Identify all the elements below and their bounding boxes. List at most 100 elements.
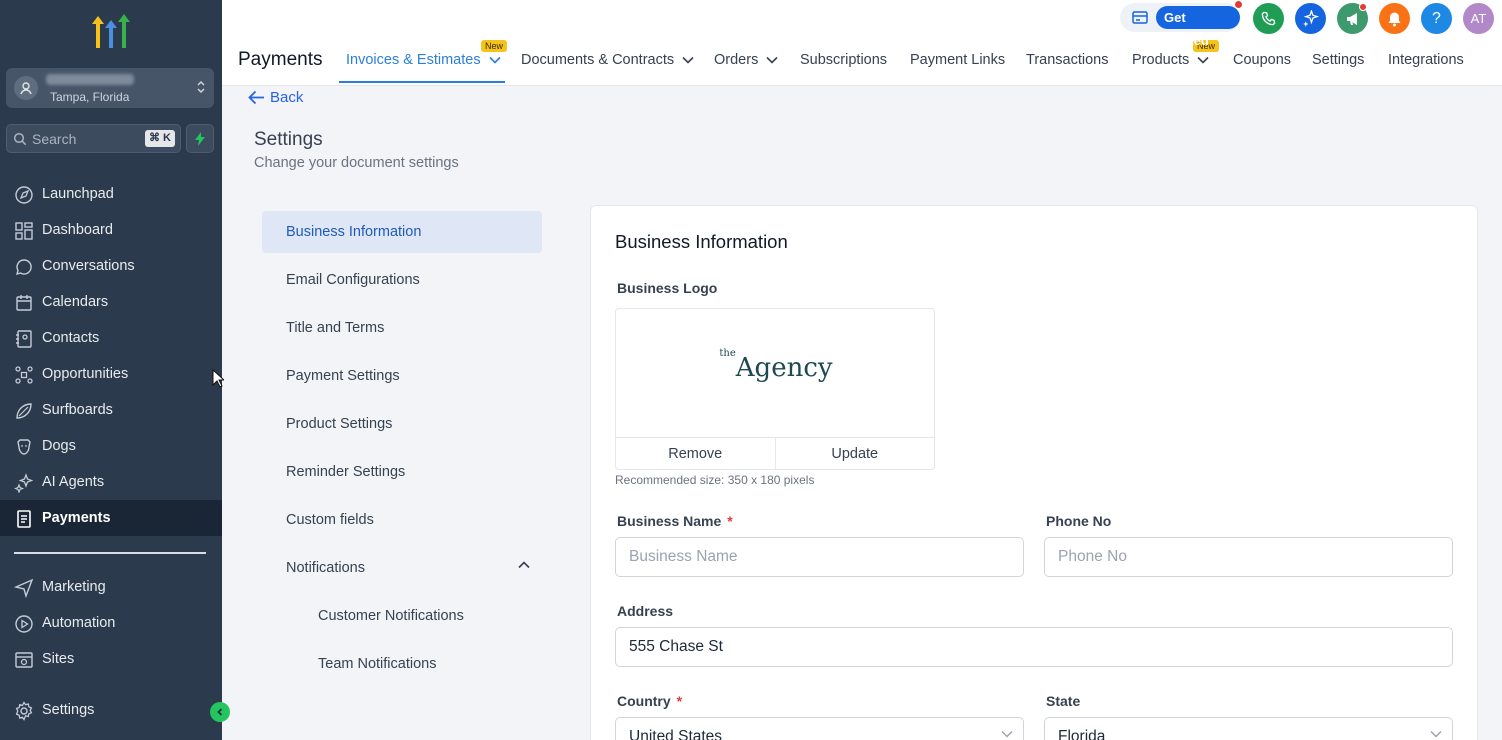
tab-products[interactable]: Products	[1132, 52, 1209, 68]
settings-nav-label: Team Notifications	[318, 656, 437, 672]
address-input[interactable]: 555 Chase St	[615, 627, 1453, 667]
sidebar-item-label: Dogs	[42, 438, 76, 454]
tab-label: Settings	[1312, 52, 1365, 68]
business-name-input[interactable]: Business Name	[615, 537, 1024, 577]
tab-documents-contracts[interactable]: Documents & Contracts	[521, 52, 694, 68]
sidebar-item-sites[interactable]: Sites	[0, 641, 222, 677]
settings-nav-payment-settings[interactable]: Payment Settings	[262, 355, 542, 397]
tab-label: Transactions	[1026, 52, 1109, 68]
phone-icon	[1261, 11, 1276, 26]
settings-subtitle: Change your document settings	[254, 155, 459, 171]
settings-nav-label: Email Configurations	[286, 272, 420, 288]
sidebar-item-label: Opportunities	[42, 366, 129, 382]
sidebar-item-label: Conversations	[42, 258, 135, 274]
app-logo[interactable]	[90, 12, 132, 50]
remove-logo-button[interactable]: Remove	[616, 438, 775, 470]
tab-payment-links[interactable]: Payment Links	[910, 52, 1005, 68]
tab-orders[interactable]: Orders	[714, 52, 778, 68]
notifications-button[interactable]	[1379, 3, 1410, 34]
sidebar-item-opportunities[interactable]: Opportunities	[0, 356, 222, 392]
sidebar-item-launchpad[interactable]: Launchpad	[0, 176, 222, 212]
tab-invoices-estimates[interactable]: Invoices & Estimates	[346, 52, 501, 68]
state-value: Florida	[1058, 728, 1106, 740]
settings-nav-title-terms[interactable]: Title and Terms	[262, 307, 542, 349]
business-name-label-text: Business Name	[617, 513, 722, 529]
sidebar-item-calendars[interactable]: Calendars	[0, 284, 222, 320]
search-icon	[13, 132, 27, 151]
launchpad-icon	[15, 186, 33, 204]
address-label: Address	[617, 603, 674, 619]
sidebar-item-label: Payments	[42, 510, 111, 526]
settings-nav-notifications[interactable]: Notifications	[262, 547, 542, 589]
lightning-icon	[195, 131, 205, 146]
gear-icon	[15, 701, 33, 721]
sidebar-item-label: Settings	[42, 702, 95, 718]
tab-subscriptions[interactable]: Subscriptions	[800, 52, 887, 68]
settings-nav-label: Product Settings	[286, 416, 393, 432]
settings-nav-email-configurations[interactable]: Email Configurations	[262, 259, 542, 301]
tab-settings[interactable]: Settings	[1312, 52, 1364, 68]
sidebar-item-label: Contacts	[42, 330, 100, 346]
settings-nav-reminder-settings[interactable]: Reminder Settings	[262, 451, 542, 493]
tab-transactions[interactable]: Transactions	[1026, 52, 1108, 68]
sidebar-item-dogs[interactable]: Dogs	[0, 428, 222, 464]
calendar-icon	[16, 295, 32, 311]
sidebar-item-automation[interactable]: Automation	[0, 605, 222, 641]
chevron-down-icon	[1430, 730, 1442, 738]
settings-nav-product-settings[interactable]: Product Settings	[262, 403, 542, 445]
search-placeholder: Search	[32, 131, 77, 147]
ai-assistant-button[interactable]	[1295, 3, 1326, 34]
page-title: Payments	[238, 49, 323, 70]
help-button[interactable]: ?	[1421, 3, 1452, 34]
sparkle-icon	[1303, 10, 1319, 27]
tab-label: Integrations	[1388, 52, 1464, 68]
help-icon: ?	[1432, 9, 1441, 27]
sidebar-item-label: AI Agents	[42, 474, 105, 490]
phone-button[interactable]	[1253, 3, 1284, 34]
sidebar-item-ai-agents[interactable]: AI Agents	[0, 464, 222, 500]
search-input[interactable]: Search ⌘ K	[6, 124, 181, 153]
sidebar-item-settings[interactable]: Settings	[0, 692, 222, 728]
country-select[interactable]: United States	[615, 717, 1024, 740]
phone-input[interactable]: Phone No	[1044, 537, 1453, 577]
chevron-left-icon	[217, 708, 223, 716]
chevron-down-icon	[489, 56, 501, 64]
sites-icon	[15, 652, 33, 668]
settings-nav-team-notifications[interactable]: Team Notifications	[262, 643, 542, 685]
avatar-initials: AT	[1470, 11, 1487, 26]
location-avatar	[14, 76, 38, 100]
back-link[interactable]: Back	[248, 89, 303, 106]
settings-nav-custom-fields[interactable]: Custom fields	[262, 499, 542, 541]
tab-integrations[interactable]: Integrations	[1388, 52, 1464, 68]
sidebar-item-conversations[interactable]: Conversations	[0, 248, 222, 284]
chevron-down-icon	[682, 56, 694, 64]
tab-label: Documents & Contracts	[521, 52, 675, 68]
settings-nav-label: Notifications	[286, 560, 365, 576]
sidebar-item-surfboards[interactable]: Surfboards	[0, 392, 222, 428]
get-started-button[interactable]: Get Started	[1156, 6, 1240, 48]
update-logo-button[interactable]: Update	[774, 438, 935, 470]
sidebar-item-contacts[interactable]: Contacts	[0, 320, 222, 356]
collapse-sidebar-button[interactable]	[210, 702, 230, 722]
dashboard-icon	[15, 222, 33, 240]
business-logo-uploader: theAgency Remove Update	[615, 308, 935, 470]
chevron-down-icon	[1001, 730, 1013, 738]
settings-nav-business-information[interactable]: Business Information	[262, 211, 542, 253]
surfboard-icon	[16, 403, 32, 419]
state-select[interactable]: Florida	[1044, 717, 1453, 740]
arrow-left-icon	[248, 90, 264, 105]
sidebar-item-payments[interactable]: Payments	[0, 500, 222, 536]
account-name-blurred	[46, 74, 134, 85]
user-avatar[interactable]: AT	[1463, 3, 1494, 34]
sidebar-item-marketing[interactable]: Marketing	[0, 569, 222, 605]
quick-action-button[interactable]	[186, 124, 214, 153]
announcements-button[interactable]	[1337, 3, 1368, 34]
search-shortcut: ⌘ K	[145, 130, 175, 147]
sidebar-item-dashboard[interactable]: Dashboard	[0, 212, 222, 248]
account-switcher[interactable]: Tampa, Florida	[6, 68, 214, 108]
settings-nav-customer-notifications[interactable]: Customer Notifications	[262, 595, 542, 637]
account-location: Tampa, Florida	[50, 90, 130, 104]
tab-coupons[interactable]: Coupons	[1233, 52, 1291, 68]
get-started-widget[interactable]: Get Started	[1120, 1, 1242, 48]
tab-label: Coupons	[1233, 52, 1292, 68]
